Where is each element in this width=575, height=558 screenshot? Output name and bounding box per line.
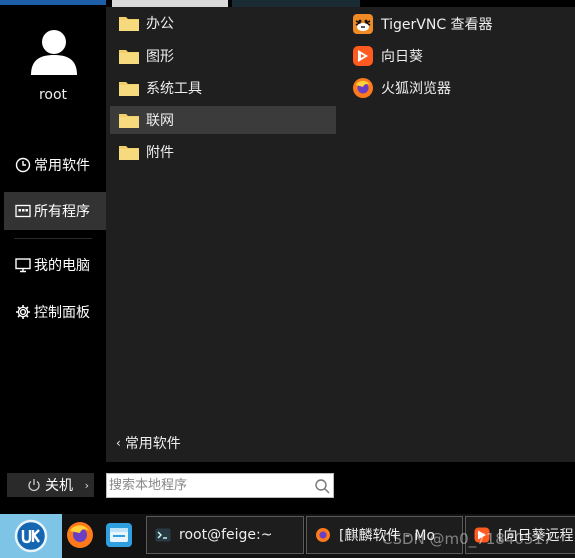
file-manager-icon[interactable] [104,520,134,550]
category-office[interactable]: 办公 [110,9,336,37]
category-label: 联网 [146,113,174,129]
task-label: [麒麟软件 - Mo [339,528,436,544]
app-label: 火狐浏览器 [381,81,451,97]
app-label: 向日葵 [381,49,423,65]
background-window-strip [0,0,575,7]
power-icon [28,479,40,492]
sidebar-item-label: 常用软件 [34,158,90,174]
firefox-icon [353,78,373,98]
chevron-left-icon: ‹ [116,436,121,450]
category-label: 系统工具 [146,81,202,97]
grid-icon [14,202,32,220]
sidebar-item-frequent[interactable]: 常用软件 [4,146,106,184]
firefox-icon[interactable] [65,520,95,550]
sidebar-item-label: 我的电脑 [34,258,90,274]
user-avatar-icon[interactable] [29,27,79,77]
search-box [106,473,334,498]
search-icon[interactable] [314,478,330,494]
sunlogin-icon [474,527,490,543]
task-firefox-window[interactable]: [麒麟软件 - Mo [306,516,463,554]
task-label: [向日葵远程 [498,528,574,544]
monitor-icon [14,256,32,274]
kylin-logo-icon [14,519,48,553]
category-label: 附件 [146,145,174,161]
app-sunlogin[interactable]: 向日葵 [352,42,572,70]
sidebar-divider [14,238,92,239]
sidebar-item-all-programs[interactable]: 所有程序 [4,192,106,230]
start-menu-button[interactable] [0,514,62,558]
task-terminal[interactable]: root@feige:~ [146,516,304,554]
taskbar: root@feige:~ [麒麟软件 - Mo [向日葵远程 [0,514,575,558]
search-input[interactable] [109,476,309,495]
app-firefox[interactable]: 火狐浏览器 [352,74,572,102]
category-accessories[interactable]: 附件 [110,138,336,166]
sidebar-item-my-computer[interactable]: 我的电脑 [4,246,106,284]
shutdown-label: 关机 [45,478,73,494]
category-graphics[interactable]: 图形 [110,42,336,70]
category-internet[interactable]: 联网 [110,106,336,134]
folder-icon [119,17,139,31]
folder-icon [119,146,139,160]
gear-icon [14,303,32,321]
sidebar-item-control-panel[interactable]: 控制面板 [4,293,106,331]
category-label: 办公 [146,16,174,32]
menu-bottom-bar: 关机 › [0,462,575,514]
start-menu-sidebar: root 常用软件 所有程序 我的电脑 控制面板 [0,7,106,462]
terminal-icon [155,528,171,542]
back-label: 常用软件 [124,436,181,452]
sidebar-item-label: 所有程序 [34,204,90,220]
sidebar-item-label: 控制面板 [34,305,90,321]
category-label: 图形 [146,49,174,65]
shutdown-button[interactable]: 关机 › [7,473,94,497]
task-sunlogin-window[interactable]: [向日葵远程 [465,516,575,554]
folder-icon [119,114,139,128]
folder-icon [119,50,139,64]
user-name: root [38,87,68,103]
back-to-frequent-link[interactable]: ‹ 常用软件 [116,433,181,453]
background-tab-2 [232,0,360,7]
background-window-bar [0,0,106,5]
firefox-icon [316,528,330,542]
tigervnc-icon [353,14,373,34]
category-system-tools[interactable]: 系统工具 [110,74,336,102]
app-label: TigerVNC 查看器 [381,17,493,33]
program-panel: 办公 图形 系统工具 联网 附件 TigerVNC 查看器 向日葵 火狐浏览器 … [106,7,575,462]
clock-icon [14,156,32,174]
chevron-right-icon[interactable]: › [85,479,89,492]
app-tigervnc[interactable]: TigerVNC 查看器 [352,10,572,38]
sunlogin-icon [353,46,373,66]
folder-icon [119,82,139,96]
background-tab-1 [112,0,228,7]
task-label: root@feige:~ [179,527,273,543]
